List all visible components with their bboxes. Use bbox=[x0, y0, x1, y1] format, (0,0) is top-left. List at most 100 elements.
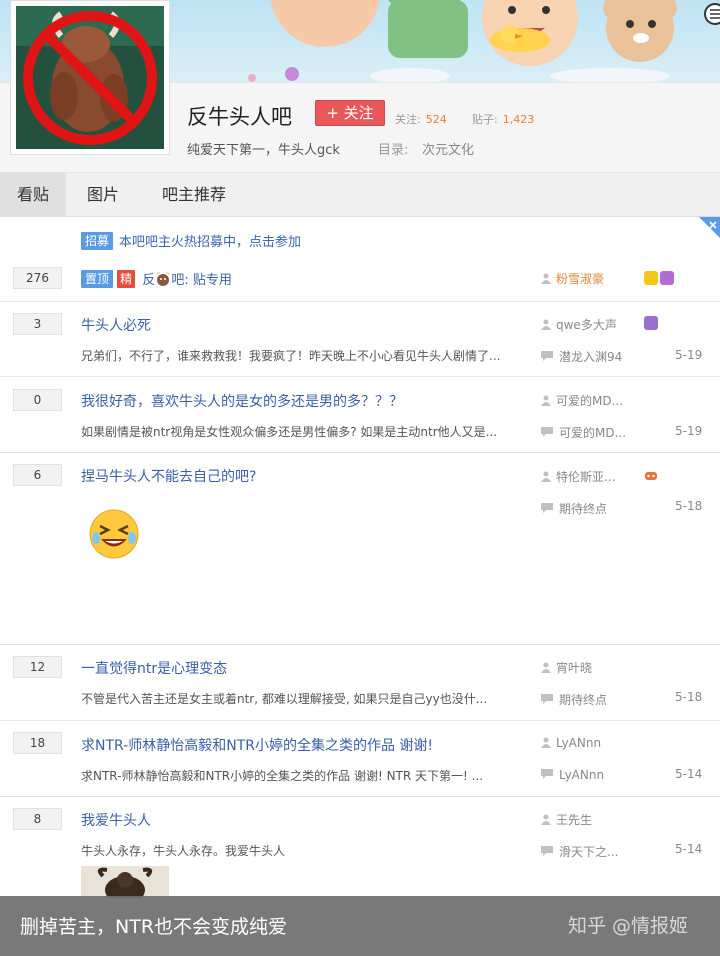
post-title-pinned[interactable]: 置顶 精 反吧: 贴专用 bbox=[81, 269, 232, 288]
user-icon bbox=[541, 662, 551, 673]
recruit-tag: 招募 bbox=[81, 231, 114, 250]
last-reply-name: 可爱的MD... bbox=[559, 426, 627, 440]
tab-images[interactable]: 图片 bbox=[70, 173, 136, 217]
user-icon bbox=[541, 319, 551, 330]
forum-title: 反牛头人吧 bbox=[187, 105, 292, 129]
post-author-name: qwe多大声 bbox=[556, 318, 617, 332]
last-reply[interactable]: 期待终点 bbox=[541, 500, 607, 517]
user-icon bbox=[541, 814, 551, 825]
post-author[interactable]: 宵叶晓 bbox=[541, 659, 592, 676]
zhihu-watermark: 知乎 @情报姬 bbox=[568, 915, 689, 937]
post-excerpt: 兄弟们，不行了，谁来救救我！我要疯了！昨天晚上不小心看见牛头人剧情了... bbox=[81, 349, 501, 363]
last-reply[interactable]: 可爱的MD... bbox=[541, 424, 626, 441]
post-author[interactable]: 王先生 bbox=[541, 811, 592, 828]
reply-icon bbox=[541, 503, 553, 513]
post-author-name: LyANnn bbox=[556, 736, 602, 750]
close-corner-icon[interactable] bbox=[699, 217, 720, 238]
no-minotaur-icon bbox=[16, 6, 164, 149]
tab-recommended[interactable]: 吧主推荐 bbox=[146, 173, 242, 217]
post-title[interactable]: 一直觉得ntr是心理变态 bbox=[81, 658, 227, 678]
post-date: 5-18 bbox=[675, 499, 703, 513]
banner-illustration bbox=[248, 0, 720, 82]
row-divider bbox=[0, 301, 720, 302]
forum-slogan: 纯爱天下第一，牛头人gck bbox=[187, 143, 340, 158]
reply-icon bbox=[541, 846, 553, 856]
directory-link[interactable]: 次元文化 bbox=[422, 139, 474, 158]
post-excerpt: 不管是代入苦主还是女主或着ntr, 都难以理解接受, 如果只是自己yy也没什..… bbox=[81, 692, 488, 706]
post-author-name: 特伦斯亚... bbox=[556, 470, 616, 484]
user-icon bbox=[541, 737, 551, 748]
caption-overlay: 删掉苦主，NTR也不会变成纯爱 知乎 @情报姬 bbox=[0, 896, 720, 956]
user-icon bbox=[541, 273, 551, 284]
last-reply[interactable]: 潜龙入渊94 bbox=[541, 348, 622, 365]
row-divider bbox=[0, 720, 720, 721]
last-reply-name: 潜龙入渊94 bbox=[559, 350, 623, 364]
reply-icon bbox=[541, 694, 553, 704]
reply-count: 8 bbox=[13, 808, 62, 830]
reply-count: 12 bbox=[13, 656, 62, 678]
post-excerpt: 求NTR-师林静怡高毅和NTR小婷的全集之类的作品 谢谢! NTR 天下第一! … bbox=[81, 769, 484, 783]
post-title[interactable]: 我爱牛头人 bbox=[81, 810, 151, 830]
recruit-notice[interactable]: 招募 本吧吧主火热招募中，点击参加 bbox=[81, 231, 301, 250]
reply-icon bbox=[541, 769, 553, 779]
post-title[interactable]: 求NTR-师林静怡高毅和NTR小婷的全集之类的作品 谢谢! bbox=[81, 735, 433, 755]
post-date: 5-14 bbox=[675, 842, 703, 856]
last-reply[interactable]: 滑天下之... bbox=[541, 843, 618, 860]
member-badge-icon bbox=[660, 271, 674, 285]
row-divider bbox=[0, 376, 720, 377]
post-author-name: 宵叶晓 bbox=[556, 661, 593, 675]
row-divider bbox=[0, 452, 720, 453]
row-divider bbox=[0, 644, 720, 645]
post-count-value: 1,423 bbox=[502, 113, 535, 126]
row-divider bbox=[0, 796, 720, 797]
post-count: 贴子: 1,423 bbox=[472, 111, 534, 127]
post-date: 5-19 bbox=[675, 348, 703, 362]
reply-count: 3 bbox=[13, 313, 62, 335]
post-author[interactable]: qwe多大声 bbox=[541, 316, 617, 333]
follow-button[interactable]: + 关注 bbox=[315, 100, 385, 126]
post-author-name: 王先生 bbox=[556, 813, 593, 827]
user-icon bbox=[541, 395, 551, 406]
post-author-name: 可爱的MD... bbox=[556, 394, 624, 408]
game-badge-icon bbox=[645, 472, 657, 480]
forum-avatar bbox=[10, 0, 170, 155]
laughing-crying-emoji-icon bbox=[89, 509, 139, 559]
reply-count: 0 bbox=[13, 389, 62, 411]
follow-count: 关注: 524 bbox=[395, 111, 447, 127]
last-reply[interactable]: LyANnn bbox=[541, 768, 604, 782]
post-author[interactable]: LyANnn bbox=[541, 736, 601, 750]
post-author[interactable]: 可爱的MD... bbox=[541, 392, 623, 409]
reply-count: 6 bbox=[13, 464, 62, 486]
reply-icon bbox=[541, 351, 553, 361]
follow-count-value: 524 bbox=[425, 113, 447, 126]
recruit-text[interactable]: 本吧吧主火热招募中，点击参加 bbox=[119, 235, 301, 250]
post-title[interactable]: 捏马牛头人不能去自己的吧? bbox=[81, 466, 256, 486]
post-title-part2: 吧: 贴专用 bbox=[171, 273, 232, 288]
forum-tabs: 看贴 图片 吧主推荐 bbox=[0, 172, 720, 217]
post-date: 5-18 bbox=[675, 690, 703, 704]
tab-posts[interactable]: 看贴 bbox=[0, 173, 66, 217]
post-thumbnail-image[interactable] bbox=[81, 866, 169, 898]
post-date: 5-14 bbox=[675, 767, 703, 781]
follow-count-label: 关注: bbox=[395, 113, 421, 126]
last-reply-name: LyANnn bbox=[559, 768, 605, 782]
caption-text: 删掉苦主，NTR也不会变成纯爱 bbox=[20, 916, 288, 938]
last-reply-name: 期待终点 bbox=[559, 502, 608, 516]
post-author[interactable]: 粉雪淑豪 bbox=[541, 270, 604, 287]
post-count-label: 贴子: bbox=[472, 113, 498, 126]
featured-tag: 精 bbox=[117, 269, 136, 288]
last-reply-name: 滑天下之... bbox=[559, 845, 619, 859]
post-author[interactable]: 特伦斯亚... bbox=[541, 468, 615, 485]
reply-count: 276 bbox=[13, 267, 62, 289]
level-badge-icon bbox=[644, 316, 658, 330]
post-title[interactable]: 牛头人必死 bbox=[81, 315, 151, 335]
post-title[interactable]: 我很好奇，喜欢牛头人的是女的多还是男的多？？？ bbox=[81, 391, 403, 411]
reply-icon bbox=[541, 427, 553, 437]
post-author-name: 粉雪淑豪 bbox=[556, 272, 605, 286]
last-reply[interactable]: 期待终点 bbox=[541, 691, 607, 708]
bull-emoji-icon bbox=[156, 271, 171, 286]
post-excerpt: 如果剧情是被ntr视角是女性观众偏多还是男性偏多? 如果是主动ntr他人又是..… bbox=[81, 425, 498, 439]
level-badge-icon bbox=[644, 271, 658, 285]
reply-count: 18 bbox=[13, 732, 62, 754]
post-title-part1: 反 bbox=[142, 273, 156, 288]
